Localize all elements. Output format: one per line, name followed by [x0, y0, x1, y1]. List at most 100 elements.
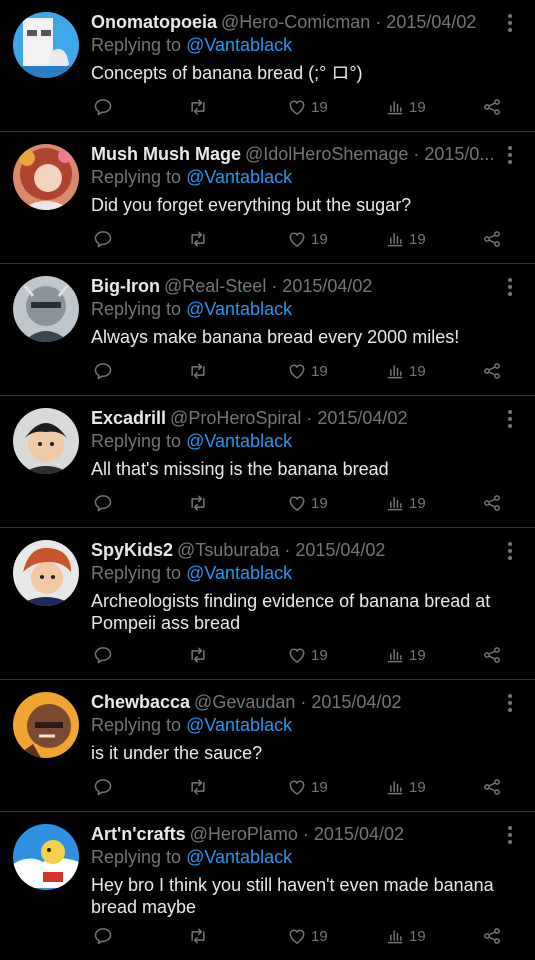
- replying-handle-link[interactable]: @Vantablack: [186, 847, 292, 867]
- more-options-button[interactable]: [507, 14, 513, 32]
- like-count: 19: [311, 362, 328, 380]
- more-options-button[interactable]: [507, 410, 513, 428]
- share-button[interactable]: [482, 97, 502, 117]
- reply-button[interactable]: [93, 361, 113, 381]
- author-handle-date[interactable]: @IdolHeroShemage · 2015/0...: [245, 142, 494, 166]
- share-button[interactable]: [482, 229, 502, 249]
- retweet-button[interactable]: [188, 97, 208, 117]
- tweet[interactable]: Art'n'crafts @HeroPlamo · 2015/04/02 Rep…: [0, 812, 535, 960]
- replying-to: Replying to @Vantablack: [91, 166, 505, 188]
- views-button[interactable]: 19: [385, 926, 426, 946]
- more-options-button[interactable]: [507, 542, 513, 560]
- like-button[interactable]: 19: [287, 97, 328, 117]
- reply-button[interactable]: [93, 493, 113, 513]
- retweet-button[interactable]: [188, 361, 208, 381]
- tweet[interactable]: Mush Mush Mage @IdolHeroShemage · 2015/0…: [0, 132, 535, 264]
- author-handle-date[interactable]: @HeroPlamo · 2015/04/02: [190, 822, 404, 846]
- avatar[interactable]: [13, 276, 79, 342]
- retweet-icon: [191, 99, 205, 115]
- share-button[interactable]: [482, 777, 502, 797]
- replying-handle-link[interactable]: @Vantablack: [186, 299, 292, 319]
- share-icon: [484, 99, 500, 115]
- like-button[interactable]: 19: [287, 926, 328, 946]
- views-button[interactable]: 19: [385, 645, 426, 665]
- reply-icon: [94, 647, 112, 664]
- author-handle-date[interactable]: @Hero-Comicman · 2015/04/02: [221, 10, 476, 34]
- more-options-button[interactable]: [507, 826, 513, 844]
- like-button[interactable]: 19: [287, 777, 328, 797]
- more-options-button[interactable]: [507, 146, 513, 164]
- author-name[interactable]: SpyKids2: [91, 538, 173, 562]
- reply-button[interactable]: [93, 645, 113, 665]
- more-options-button[interactable]: [507, 278, 513, 296]
- tweet[interactable]: Excadrill @ProHeroSpiral · 2015/04/02 Re…: [0, 396, 535, 528]
- tweet[interactable]: SpyKids2 @Tsuburaba · 2015/04/02 Replyin…: [0, 528, 535, 680]
- like-button[interactable]: 19: [287, 229, 328, 249]
- author-name[interactable]: Mush Mush Mage: [91, 142, 241, 166]
- avatar[interactable]: [13, 12, 79, 78]
- author-name[interactable]: Excadrill: [91, 406, 166, 430]
- author-handle-date[interactable]: @Tsuburaba · 2015/04/02: [177, 538, 385, 562]
- like-button[interactable]: 19: [287, 361, 328, 381]
- views-button[interactable]: 19: [385, 777, 426, 797]
- author-handle-date[interactable]: @Gevaudan · 2015/04/02: [194, 690, 401, 714]
- avatar[interactable]: [13, 408, 79, 474]
- reply-button[interactable]: [93, 777, 113, 797]
- like-icon: [289, 648, 305, 663]
- author-name[interactable]: Art'n'crafts: [91, 822, 186, 846]
- like-count: 19: [311, 646, 328, 664]
- avatar[interactable]: [13, 692, 79, 758]
- tweet-text: is it under the sauce?: [91, 743, 263, 763]
- tweet[interactable]: Big-Iron @Real-Steel · 2015/04/02 Replyi…: [0, 264, 535, 396]
- tweet-actions: 19 19: [91, 229, 505, 251]
- views-button[interactable]: 19: [385, 97, 426, 117]
- views-button[interactable]: 19: [385, 229, 426, 249]
- replying-handle-link[interactable]: @Vantablack: [186, 167, 292, 187]
- author-name[interactable]: Chewbacca: [91, 690, 190, 714]
- retweet-icon: [191, 647, 205, 663]
- reply-icon: [94, 99, 112, 116]
- like-button[interactable]: 19: [287, 645, 328, 665]
- avatar[interactable]: [13, 144, 79, 210]
- reply-button[interactable]: [93, 926, 113, 946]
- replying-to: Replying to @Vantablack: [91, 298, 505, 320]
- like-icon: [289, 496, 305, 511]
- retweet-button[interactable]: [188, 645, 208, 665]
- like-button[interactable]: 19: [287, 493, 328, 513]
- retweet-icon: [191, 928, 205, 944]
- like-count: 19: [311, 98, 328, 116]
- reply-icon: [94, 363, 112, 380]
- replying-handle-link[interactable]: @Vantablack: [186, 431, 292, 451]
- reply-button[interactable]: [93, 97, 113, 117]
- author-name[interactable]: Big-Iron: [91, 274, 160, 298]
- views-count: 19: [409, 362, 426, 380]
- author-name[interactable]: Onomatopoeia: [91, 10, 217, 34]
- share-button[interactable]: [482, 926, 502, 946]
- retweet-button[interactable]: [188, 926, 208, 946]
- replying-handle-link[interactable]: @Vantablack: [186, 35, 292, 55]
- views-icon: [387, 101, 403, 115]
- like-count: 19: [311, 230, 328, 248]
- tweet[interactable]: Onomatopoeia @Hero-Comicman · 2015/04/02…: [0, 0, 535, 132]
- views-button[interactable]: 19: [385, 493, 426, 513]
- retweet-button[interactable]: [188, 493, 208, 513]
- retweet-button[interactable]: [188, 777, 208, 797]
- retweet-button[interactable]: [188, 229, 208, 249]
- avatar[interactable]: [13, 824, 79, 890]
- reply-button[interactable]: [93, 229, 113, 249]
- like-count: 19: [311, 778, 328, 796]
- tweet[interactable]: Chewbacca @Gevaudan · 2015/04/02 Replyin…: [0, 680, 535, 812]
- replying-handle-link[interactable]: @Vantablack: [186, 563, 292, 583]
- share-button[interactable]: [482, 493, 502, 513]
- replying-prefix: Replying to: [91, 35, 182, 55]
- share-button[interactable]: [482, 361, 502, 381]
- share-button[interactable]: [482, 645, 502, 665]
- replying-handle-link[interactable]: @Vantablack: [186, 715, 292, 735]
- views-count: 19: [409, 646, 426, 664]
- views-button[interactable]: 19: [385, 361, 426, 381]
- avatar[interactable]: [13, 540, 79, 606]
- replying-prefix: Replying to: [91, 715, 182, 735]
- author-handle-date[interactable]: @ProHeroSpiral · 2015/04/02: [170, 406, 407, 430]
- more-options-button[interactable]: [507, 694, 513, 712]
- author-handle-date[interactable]: @Real-Steel · 2015/04/02: [164, 274, 372, 298]
